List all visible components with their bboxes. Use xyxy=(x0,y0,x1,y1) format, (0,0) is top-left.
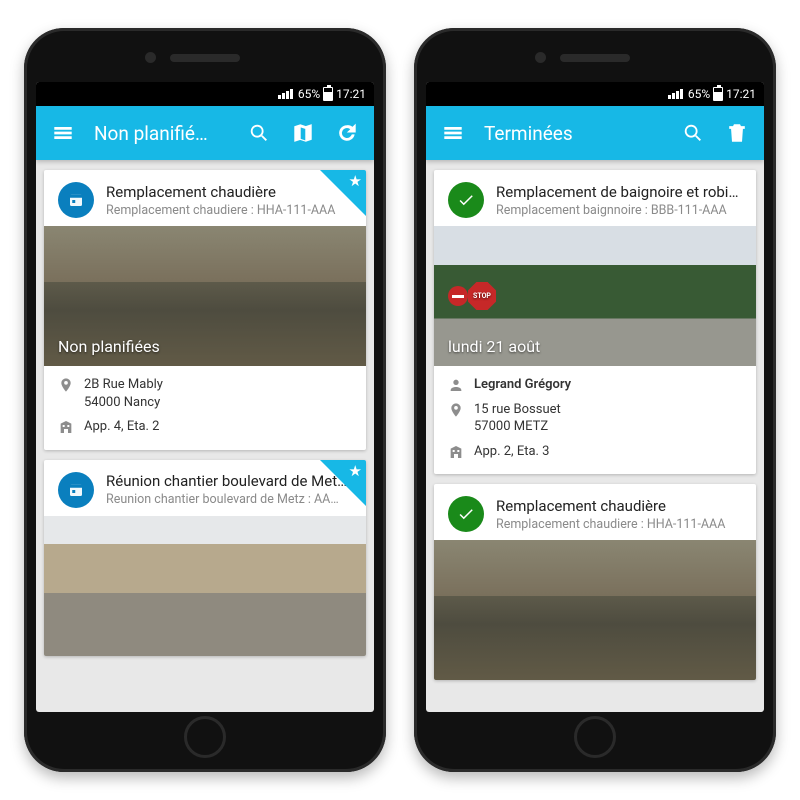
signal-icon xyxy=(668,89,683,99)
search-icon[interactable] xyxy=(246,120,272,146)
app-bar: Non planifié… xyxy=(36,106,374,160)
building-icon xyxy=(58,419,74,435)
address-line2: 57000 METZ xyxy=(474,419,548,434)
battery-percent: 65% xyxy=(688,87,710,101)
clock: 17:21 xyxy=(726,87,756,101)
app-bar: Terminées xyxy=(426,106,764,160)
pin-icon xyxy=(448,402,464,418)
task-photo: STOP lundi 21 août xyxy=(434,226,756,366)
task-card[interactable]: Remplacement chaudière Remplacement chau… xyxy=(434,484,756,680)
task-card[interactable]: Remplacement chaudière Remplacement chau… xyxy=(44,170,366,450)
clock: 17:21 xyxy=(336,87,366,101)
task-subtitle: Remplacement chaudiere : HHA-111-AAA xyxy=(496,517,742,532)
task-subtitle: Remplacement baignnoire : BBB-111-AAA xyxy=(496,203,742,218)
task-photo: Non planifiées xyxy=(44,226,366,366)
list[interactable]: Remplacement de baignoire et robin… Remp… xyxy=(426,160,764,712)
trash-icon[interactable] xyxy=(724,120,750,146)
contact-name: Legrand Grégory xyxy=(474,376,571,394)
pin-icon xyxy=(58,377,74,393)
task-title: Réunion chantier boulevard de Met… xyxy=(106,472,352,490)
star-icon xyxy=(320,170,366,216)
task-title: Remplacement de baignoire et robin… xyxy=(496,183,742,201)
task-photo xyxy=(44,516,366,656)
phone-right: 65% 17:21 Terminées Remplacement de baig… xyxy=(414,28,776,772)
battery-icon xyxy=(323,87,333,101)
task-subtitle: Reunion chantier boulevard de Metz : AA… xyxy=(106,492,352,507)
menu-icon[interactable] xyxy=(440,120,466,146)
status-bar: 65% 17:21 xyxy=(36,82,374,106)
task-subtitle: Remplacement chaudiere : HHA-111-AAA xyxy=(106,203,352,218)
screen-title: Terminées xyxy=(484,122,662,145)
no-entry-sign xyxy=(448,286,468,306)
stop-sign: STOP xyxy=(468,282,496,310)
phone-left: 65% 17:21 Non planifié… Remplacement cha… xyxy=(24,28,386,772)
status-bar: 65% 17:21 xyxy=(426,82,764,106)
floor-info: App. 2, Eta. 3 xyxy=(474,443,550,461)
map-icon[interactable] xyxy=(290,120,316,146)
search-icon[interactable] xyxy=(680,120,706,146)
refresh-icon[interactable] xyxy=(334,120,360,146)
calendar-icon xyxy=(58,472,94,508)
address-line1: 2B Rue Mably xyxy=(84,377,163,392)
building-icon xyxy=(448,444,464,460)
photo-overlay-text: Non planifiées xyxy=(58,337,160,356)
signal-icon xyxy=(278,89,293,99)
calendar-icon xyxy=(58,182,94,218)
task-photo xyxy=(434,540,756,680)
list[interactable]: Remplacement chaudière Remplacement chau… xyxy=(36,160,374,712)
menu-icon[interactable] xyxy=(50,120,76,146)
battery-percent: 65% xyxy=(298,87,320,101)
address-line2: 54000 Nancy xyxy=(84,395,160,410)
photo-overlay-text: lundi 21 août xyxy=(448,337,540,356)
check-icon xyxy=(448,496,484,532)
battery-icon xyxy=(713,87,723,101)
address-line1: 15 rue Bossuet xyxy=(474,402,561,417)
person-icon xyxy=(448,377,464,393)
task-card[interactable]: Réunion chantier boulevard de Met… Reuni… xyxy=(44,460,366,656)
screen-title: Non planifié… xyxy=(94,122,228,145)
star-icon xyxy=(320,460,366,506)
task-card[interactable]: Remplacement de baignoire et robin… Remp… xyxy=(434,170,756,474)
check-icon xyxy=(448,182,484,218)
task-title: Remplacement chaudière xyxy=(496,497,742,515)
floor-info: App. 4, Eta. 2 xyxy=(84,418,160,436)
task-title: Remplacement chaudière xyxy=(106,183,352,201)
